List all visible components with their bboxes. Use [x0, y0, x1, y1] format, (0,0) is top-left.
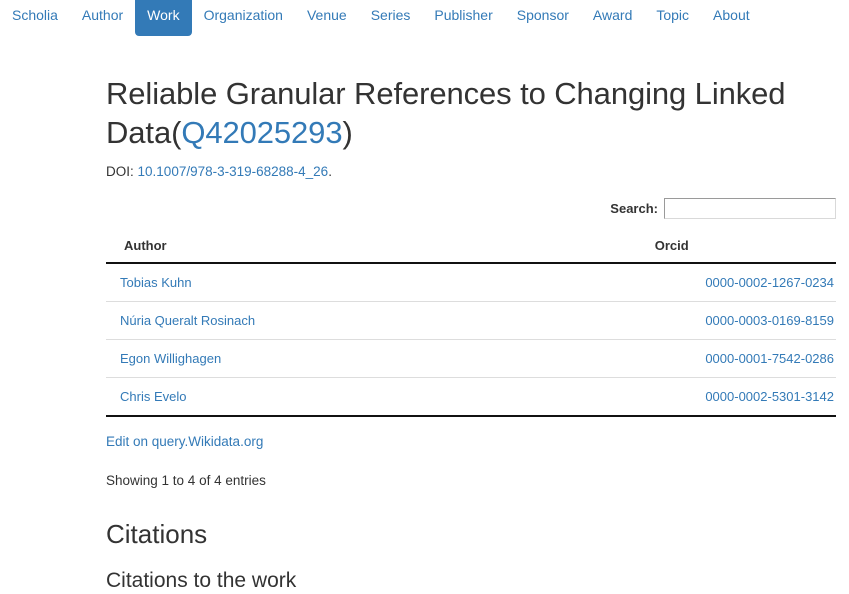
author-link[interactable]: Tobias Kuhn	[120, 275, 192, 290]
authors-table-head: Author Orcid	[106, 230, 836, 264]
authors-table-body: Tobias Kuhn 0000-0002-1267-0234 Núria Qu…	[106, 263, 836, 417]
search-label: Search:	[610, 200, 658, 216]
orcid-link[interactable]: 0000-0001-7542-0286	[705, 351, 834, 366]
table-row: Chris Evelo 0000-0002-5301-3142	[106, 377, 836, 417]
nav-item-author[interactable]: Author	[70, 0, 135, 36]
author-link[interactable]: Chris Evelo	[120, 389, 186, 404]
nav-item-work[interactable]: Work	[135, 0, 192, 36]
column-header-author[interactable]: Author	[106, 230, 508, 264]
nav-item-organization[interactable]: Organization	[192, 0, 295, 36]
orcid-link[interactable]: 0000-0003-0169-8159	[705, 313, 834, 328]
orcid-link[interactable]: 0000-0002-1267-0234	[705, 275, 834, 290]
table-cell-author: Chris Evelo	[106, 377, 508, 417]
title-open-paren: (	[171, 115, 182, 150]
orcid-link[interactable]: 0000-0002-5301-3142	[705, 389, 834, 404]
table-cell-orcid: 0000-0003-0169-8159	[507, 301, 836, 340]
authors-table: Author Orcid Tobias Kuhn 0000-0002-1267-…	[106, 230, 836, 417]
entries-info: Showing 1 to 4 of 4 entries	[106, 473, 266, 488]
table-row: Núria Queralt Rosinach 0000-0003-0169-81…	[106, 301, 836, 340]
author-link[interactable]: Núria Queralt Rosinach	[120, 313, 255, 328]
table-cell-orcid: 0000-0002-5301-3142	[507, 377, 836, 417]
citations-subheading: Citations to the work	[106, 569, 297, 592]
doi-label: DOI:	[106, 164, 134, 179]
doi-period: .	[328, 164, 332, 179]
search-input[interactable]	[664, 197, 836, 219]
table-header-row: Author Orcid	[106, 230, 836, 264]
table-cell-author: Tobias Kuhn	[106, 263, 508, 302]
nav-item-topic[interactable]: Topic	[644, 0, 701, 36]
table-cell-orcid: 0000-0001-7542-0286	[507, 339, 836, 378]
table-row: Tobias Kuhn 0000-0002-1267-0234	[106, 263, 836, 302]
table-row: Egon Willighagen 0000-0001-7542-0286	[106, 339, 836, 378]
main-navbar: Scholia Author Work Organization Venue S…	[0, 0, 849, 36]
doi-line: DOI: 10.1007/978-3-319-68288-4_26.	[106, 163, 836, 181]
nav-item-award[interactable]: Award	[581, 0, 644, 36]
edit-on-query-wikidata-link[interactable]: Edit on query.Wikidata.org	[106, 434, 263, 449]
table-cell-orcid: 0000-0002-1267-0234	[507, 263, 836, 302]
column-header-orcid[interactable]: Orcid	[507, 230, 836, 264]
nav-item-series[interactable]: Series	[359, 0, 423, 36]
nav-item-about[interactable]: About	[701, 0, 762, 36]
edit-query-row: Edit on query.Wikidata.org	[106, 433, 836, 451]
nav-item-scholia[interactable]: Scholia	[0, 0, 70, 36]
page-title: Reliable Granular References to Changing…	[106, 74, 836, 152]
nav-item-publisher[interactable]: Publisher	[422, 0, 504, 36]
main-content: Reliable Granular References to Changing…	[106, 74, 836, 594]
table-cell-author: Núria Queralt Rosinach	[106, 301, 508, 340]
nav-list: Scholia Author Work Organization Venue S…	[0, 0, 849, 36]
author-link[interactable]: Egon Willighagen	[120, 351, 221, 366]
table-cell-author: Egon Willighagen	[106, 339, 508, 378]
nav-item-sponsor[interactable]: Sponsor	[505, 0, 581, 36]
citations-heading: Citations	[106, 519, 208, 549]
search-row: Search:	[106, 194, 836, 222]
title-close-paren: )	[342, 115, 353, 150]
wikidata-qid-link[interactable]: Q42025293	[181, 115, 342, 150]
nav-item-venue[interactable]: Venue	[295, 0, 359, 36]
doi-link[interactable]: 10.1007/978-3-319-68288-4_26	[138, 164, 329, 179]
